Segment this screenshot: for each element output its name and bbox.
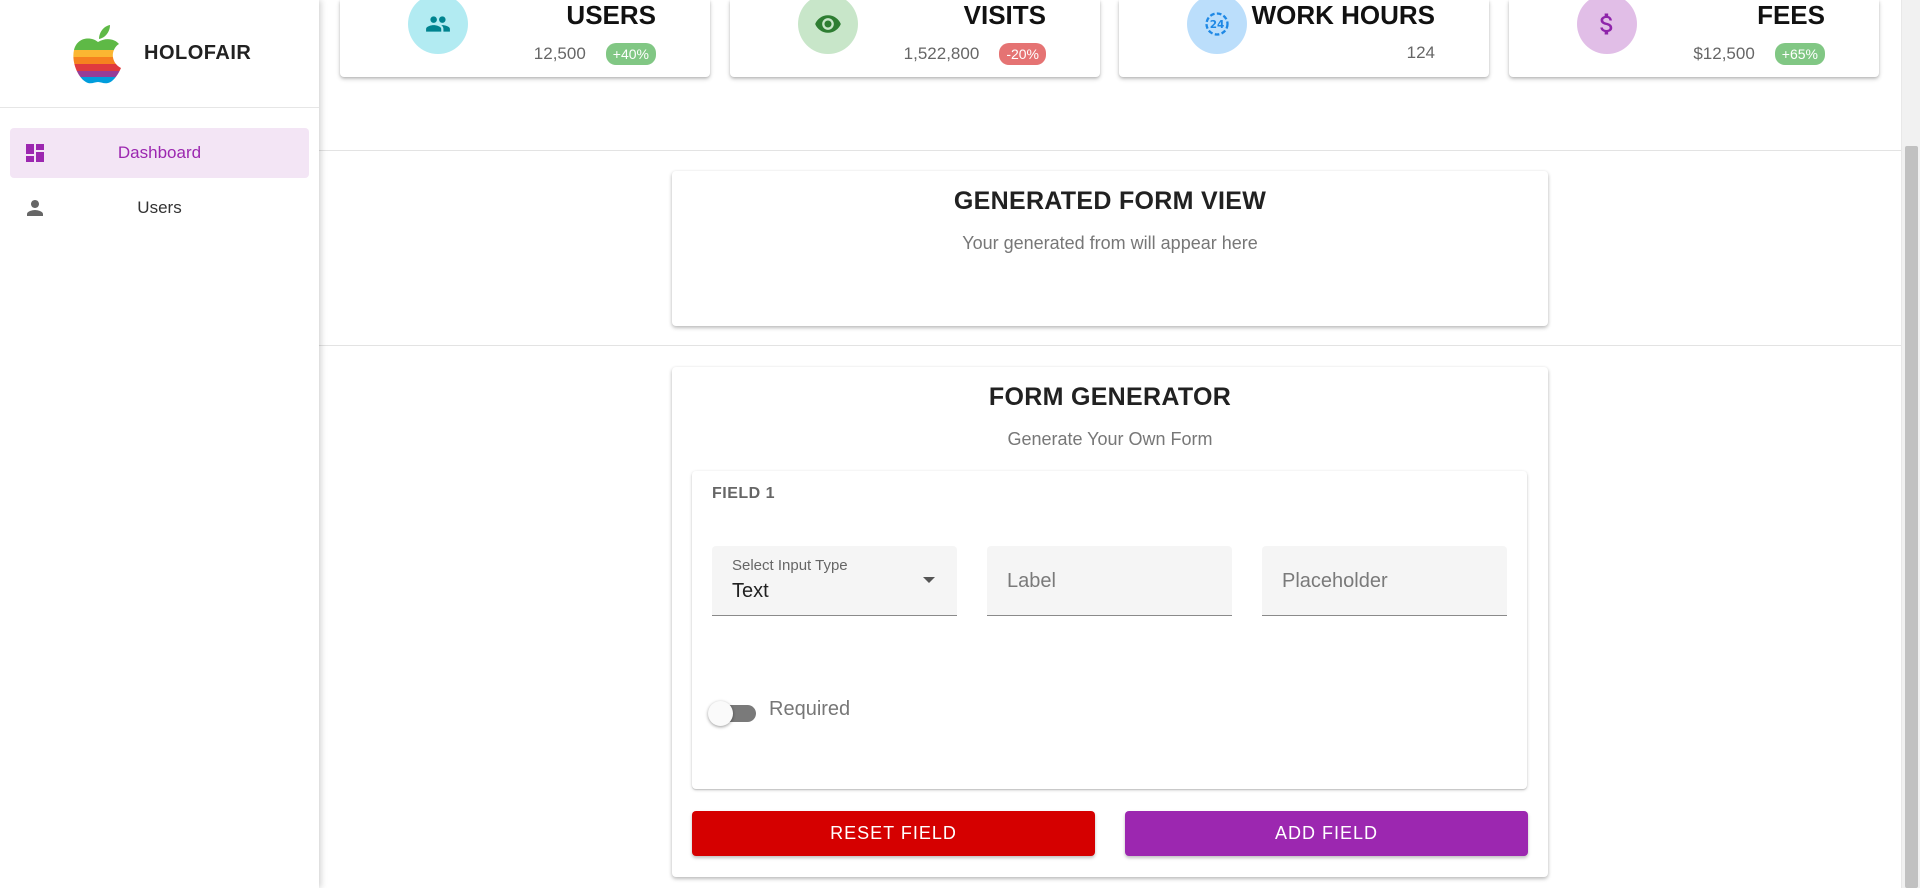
stat-badge: -20% — [999, 43, 1046, 65]
dollar-icon — [1600, 13, 1613, 35]
form-generator-title: FORM GENERATOR — [988, 383, 1232, 411]
stat-card-users: USERS 12,500 +40% — [340, 0, 710, 77]
add-field-button[interactable]: ADD FIELD — [1125, 811, 1528, 856]
stat-card-work-hours: 24 WORK HOURS 124 — [1119, 0, 1489, 77]
stat-title: VISITS — [963, 0, 1046, 30]
stat-row: 124 — [1407, 43, 1435, 63]
placeholder-placeholder: Placeholder — [1282, 570, 1388, 592]
form-view-section: GENERATED FORM VIEW Your generated from … — [319, 151, 1901, 346]
brand[interactable]: HOLOFAIR — [0, 0, 319, 108]
generated-form-view-card: GENERATED FORM VIEW Your generated from … — [672, 171, 1548, 326]
form-generator-subtitle: Generate Your Own Form — [1007, 429, 1213, 449]
stat-value: $12,500 — [1693, 44, 1755, 63]
app-root: HOLOFAIR Dashboard Users USERS 12,500 +4… — [0, 0, 1920, 888]
stat-row: $12,500 +65% — [1693, 43, 1825, 65]
sidebar-nav: Dashboard Users — [0, 108, 319, 233]
stat-title: FEES — [1757, 0, 1825, 30]
people-icon — [426, 16, 450, 32]
stat-icon-circle — [1577, 0, 1637, 54]
label-field[interactable]: Label — [987, 546, 1232, 616]
stat-title: USERS — [566, 0, 656, 30]
form-view-title: GENERATED FORM VIEW — [953, 187, 1267, 215]
person-icon — [27, 200, 43, 216]
24-hours-icon: 24 — [1205, 12, 1229, 36]
stat-badge: +40% — [605, 43, 656, 65]
sidebar: HOLOFAIR Dashboard Users — [0, 0, 319, 888]
stat-title: WORK HOURS — [1251, 0, 1435, 30]
stat-value: 12,500 — [533, 44, 586, 63]
scrollbar-thumb[interactable] — [1905, 146, 1918, 888]
stat-row: 1,522,800 -20% — [904, 43, 1046, 65]
select-value: Text — [732, 580, 769, 602]
input-type-select[interactable]: Select Input Type Text — [712, 546, 957, 616]
dashboard-icon — [26, 144, 44, 162]
eye-icon — [815, 15, 841, 33]
sidebar-item-label: Users — [137, 198, 182, 217]
stat-card-visits: VISITS 1,522,800 -20% — [730, 0, 1100, 77]
reset-field-button[interactable]: RESET FIELD — [692, 811, 1095, 856]
stat-value: 124 — [1406, 43, 1435, 62]
stats-row: USERS 12,500 +40% VISITS 1,522,800 -20% — [319, 0, 1901, 151]
field-card: FIELD 1 Select Input Type Text Label Pla… — [692, 471, 1527, 789]
sidebar-item-users[interactable]: Users — [10, 183, 309, 233]
label-placeholder: Label — [1007, 570, 1056, 592]
form-generator-card: FORM GENERATOR Generate Your Own Form FI… — [672, 367, 1548, 877]
field-heading: FIELD 1 — [712, 485, 776, 502]
main-content: USERS 12,500 +40% VISITS 1,522,800 -20% — [319, 0, 1901, 888]
stat-icon-circle: 24 — [1187, 0, 1247, 54]
select-label: Select Input Type — [732, 557, 848, 574]
apple-rainbow-logo — [73, 24, 121, 83]
required-toggle[interactable] — [708, 697, 758, 727]
stat-row: 12,500 +40% — [534, 43, 656, 65]
stat-icon-circle — [408, 0, 468, 54]
form-view-subtitle: Your generated from will appear here — [962, 233, 1258, 253]
stat-value: 1,522,800 — [903, 44, 980, 63]
brand-name: HOLOFAIR — [144, 42, 252, 64]
stat-card-fees: FEES $12,500 +65% — [1509, 0, 1879, 77]
vertical-scrollbar[interactable] — [1901, 0, 1920, 888]
stat-badge: +65% — [1774, 43, 1825, 65]
sidebar-item-dashboard[interactable]: Dashboard — [10, 128, 309, 178]
toggle-thumb — [708, 701, 733, 726]
required-label: Required — [769, 698, 851, 720]
placeholder-field[interactable]: Placeholder — [1262, 546, 1507, 616]
stat-icon-circle — [798, 0, 858, 54]
svg-text:24: 24 — [1210, 19, 1225, 31]
sidebar-item-label: Dashboard — [117, 143, 202, 162]
chevron-down-icon — [923, 577, 935, 583]
